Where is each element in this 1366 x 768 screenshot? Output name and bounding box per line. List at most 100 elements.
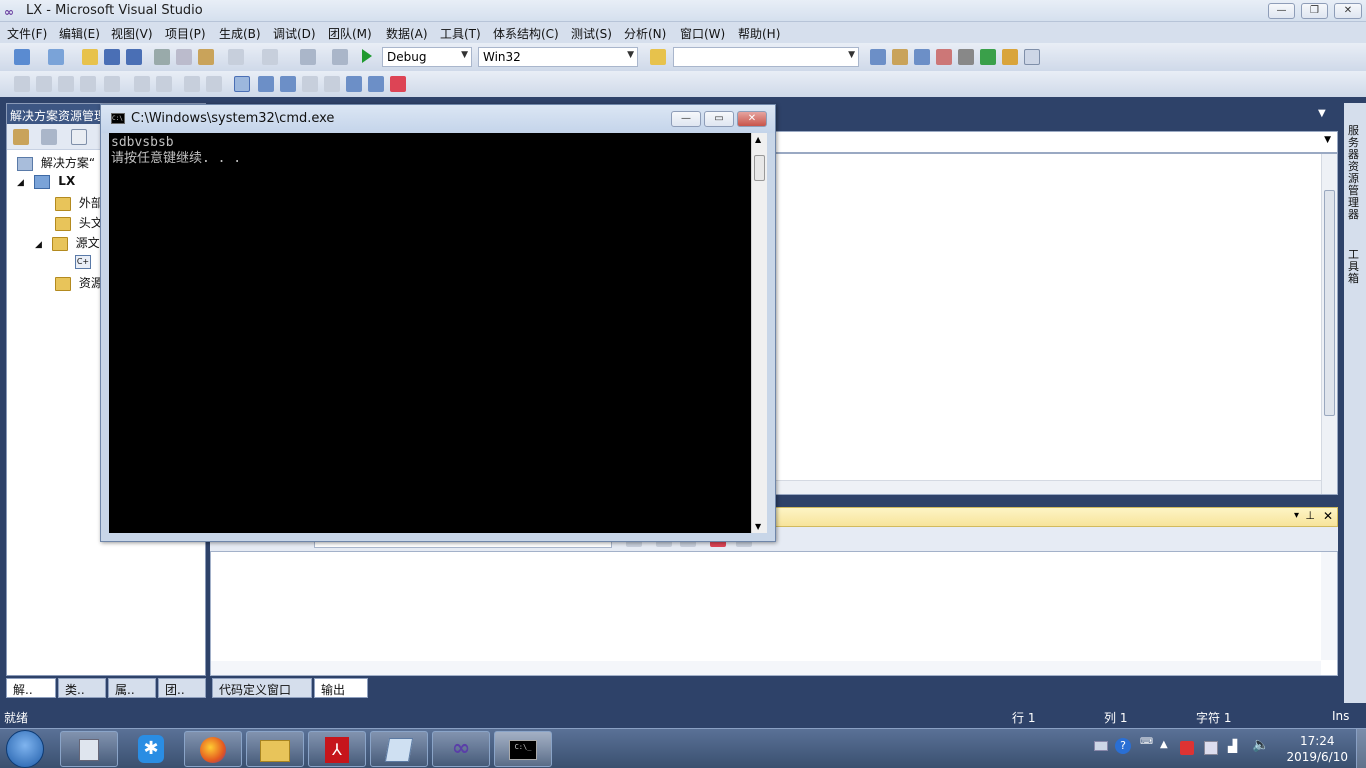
prev-bookmark-icon[interactable] bbox=[258, 76, 274, 92]
navigate-back-icon[interactable] bbox=[300, 49, 316, 65]
tab-code-definition[interactable]: 代码定义窗口 bbox=[212, 678, 312, 698]
taskbar-cmd[interactable]: C:\_ bbox=[494, 731, 552, 767]
menu-file[interactable]: 文件(F) bbox=[7, 25, 47, 42]
cmd-maximize-button[interactable]: ▭ bbox=[704, 111, 734, 127]
quick-info-icon[interactable] bbox=[58, 76, 74, 92]
increase-indent-icon[interactable] bbox=[156, 76, 172, 92]
taskbar-explorer[interactable] bbox=[246, 731, 304, 767]
scroll-down-icon[interactable]: ▼ bbox=[755, 522, 761, 531]
platform-dropdown[interactable]: Win32 ▼ bbox=[478, 47, 638, 67]
output-text-area[interactable] bbox=[210, 551, 1338, 676]
undo-icon[interactable] bbox=[228, 49, 244, 65]
menu-architecture[interactable]: 体系结构(C) bbox=[493, 25, 559, 42]
start-button[interactable] bbox=[6, 730, 44, 768]
copy-icon[interactable] bbox=[176, 49, 192, 65]
device-icon[interactable] bbox=[1204, 741, 1218, 755]
tree-item-solution[interactable]: 解决方案“ bbox=[17, 154, 95, 171]
show-desktop-button[interactable] bbox=[1356, 729, 1366, 768]
start-debugging-icon[interactable] bbox=[362, 49, 372, 63]
word-completion-icon[interactable] bbox=[80, 76, 96, 92]
collapse-arrow-icon[interactable]: ◢ bbox=[17, 178, 24, 188]
editor-horizontal-scrollbar[interactable] bbox=[776, 480, 1321, 494]
volume-icon[interactable]: 🔈 bbox=[1252, 737, 1269, 753]
find-combo[interactable]: ▼ bbox=[673, 47, 859, 67]
menu-edit[interactable]: 编辑(E) bbox=[59, 25, 100, 42]
editor-nav-bar[interactable]: ▼ bbox=[775, 131, 1338, 153]
new-project-icon[interactable] bbox=[14, 49, 30, 65]
menu-team[interactable]: 团队(M) bbox=[328, 25, 372, 42]
network-icon[interactable]: ▟ bbox=[1228, 739, 1237, 753]
tab-property-manager[interactable]: 属.. bbox=[108, 678, 156, 698]
cmd-scrollbar[interactable]: ▲ ▼ bbox=[751, 133, 767, 533]
tree-item-source-files[interactable]: ◢ 源文 bbox=[35, 234, 100, 251]
uncomment-icon[interactable] bbox=[206, 76, 222, 92]
menu-test[interactable]: 测试(S) bbox=[571, 25, 612, 42]
editor-vertical-scrollbar[interactable] bbox=[1321, 154, 1337, 494]
properties-icon[interactable] bbox=[13, 129, 29, 145]
minimize-button[interactable]: — bbox=[1268, 3, 1295, 19]
tree-item-external-deps[interactable]: 外部 bbox=[55, 194, 103, 211]
paste-icon[interactable] bbox=[198, 49, 214, 65]
tab-output[interactable]: 输出 bbox=[314, 678, 368, 698]
comment-icon[interactable] bbox=[184, 76, 200, 92]
output-horizontal-scrollbar[interactable] bbox=[211, 661, 1321, 675]
next-bookmark-doc-icon[interactable] bbox=[368, 76, 384, 92]
menu-project[interactable]: 项目(P) bbox=[165, 25, 206, 42]
close-icon[interactable]: ✕ bbox=[1323, 509, 1333, 523]
navigate-forward-icon[interactable] bbox=[332, 49, 348, 65]
taskbar-calculator[interactable] bbox=[60, 731, 118, 767]
menu-debug[interactable]: 调试(D) bbox=[273, 25, 316, 42]
cmd-title-bar[interactable]: C:\ C:\Windows\system32\cmd.exe — ▭ ✕ bbox=[101, 105, 775, 133]
clear-bookmarks-icon[interactable] bbox=[390, 76, 406, 92]
scroll-up-icon[interactable]: ▲ bbox=[755, 135, 761, 144]
tree-item-header-files[interactable]: 头文 bbox=[55, 214, 103, 231]
command-window-icon[interactable] bbox=[1024, 49, 1040, 65]
tab-class-view[interactable]: 类.. bbox=[58, 678, 106, 698]
pin-icon[interactable]: ⊥ bbox=[1305, 509, 1315, 522]
tree-item-resource-files[interactable]: 资源 bbox=[55, 274, 103, 291]
help-icon[interactable]: ? bbox=[1115, 738, 1131, 754]
taskbar-pdf[interactable]: ⅄ bbox=[308, 731, 366, 767]
code-editor[interactable] bbox=[775, 153, 1338, 495]
cmd-close-button[interactable]: ✕ bbox=[737, 111, 767, 127]
taskbar-visual-studio[interactable]: ∞ bbox=[432, 731, 490, 767]
cmd-minimize-button[interactable]: — bbox=[671, 111, 701, 127]
close-button[interactable]: ✕ bbox=[1334, 3, 1362, 19]
indent-icon[interactable] bbox=[104, 76, 120, 92]
open-file-icon[interactable] bbox=[82, 49, 98, 65]
view-code-icon[interactable] bbox=[71, 129, 87, 145]
show-all-files-icon[interactable] bbox=[41, 129, 57, 145]
save-all-icon[interactable] bbox=[126, 49, 142, 65]
server-explorer-tab[interactable]: 服务器资源管理器 bbox=[1348, 125, 1362, 221]
add-item-icon[interactable] bbox=[48, 49, 64, 65]
menu-analyze[interactable]: 分析(N) bbox=[624, 25, 666, 42]
parameter-info-icon[interactable] bbox=[36, 76, 52, 92]
taskbar-app-blue[interactable]: ✱ bbox=[122, 731, 180, 767]
scroll-thumb[interactable] bbox=[1324, 190, 1335, 416]
class-view-icon[interactable] bbox=[936, 49, 952, 65]
menu-window[interactable]: 窗口(W) bbox=[680, 25, 725, 42]
menu-data[interactable]: 数据(A) bbox=[386, 25, 428, 42]
menu-view[interactable]: 视图(V) bbox=[111, 25, 153, 42]
next-bookmark-folder-icon[interactable] bbox=[324, 76, 340, 92]
restore-button[interactable]: ❐ bbox=[1301, 3, 1328, 19]
extension-manager-icon[interactable] bbox=[1002, 49, 1018, 65]
tab-solution-explorer[interactable]: 解.. bbox=[6, 678, 56, 698]
collapse-arrow-icon[interactable]: ◢ bbox=[35, 240, 42, 250]
bookmark-icon[interactable] bbox=[234, 76, 250, 92]
system-clock[interactable]: 17:24 2019/6/10 bbox=[1286, 733, 1348, 765]
taskbar-firefox[interactable] bbox=[184, 731, 242, 767]
toolbox-tab[interactable]: 工具箱 bbox=[1348, 249, 1362, 285]
menu-help[interactable]: 帮助(H) bbox=[738, 25, 780, 42]
redo-icon[interactable] bbox=[262, 49, 278, 65]
prev-bookmark-folder-icon[interactable] bbox=[302, 76, 318, 92]
config-dropdown[interactable]: Debug ▼ bbox=[382, 47, 472, 67]
solution-explorer-icon[interactable] bbox=[870, 49, 886, 65]
properties-icon[interactable] bbox=[892, 49, 908, 65]
menu-tools[interactable]: 工具(T) bbox=[440, 25, 481, 42]
find-in-files-icon[interactable] bbox=[650, 49, 666, 65]
output-vertical-scrollbar[interactable] bbox=[1321, 552, 1337, 660]
tree-item-project[interactable]: ◢ LX bbox=[17, 174, 75, 189]
keyboard-icon[interactable] bbox=[1094, 741, 1108, 751]
language-icon[interactable]: ⌨ bbox=[1140, 737, 1153, 747]
